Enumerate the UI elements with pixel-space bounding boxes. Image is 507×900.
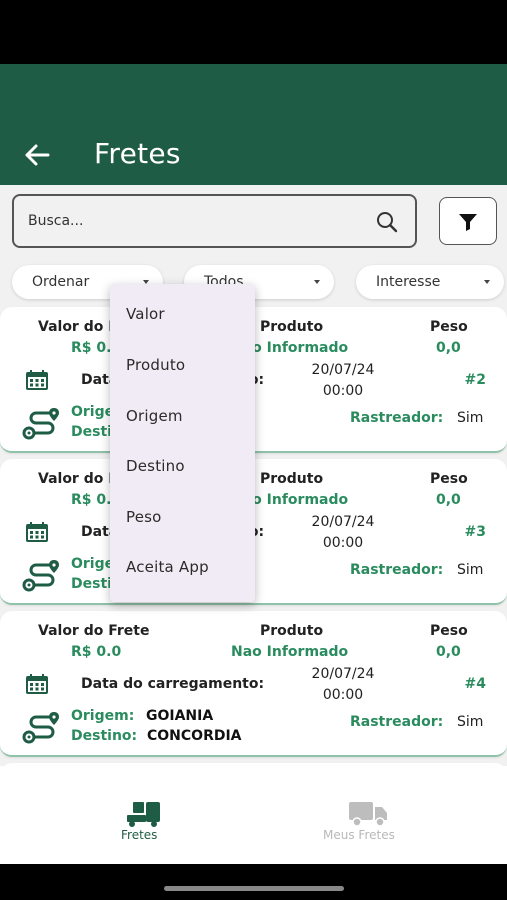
order-option-aceita-app[interactable]: Aceita App (126, 558, 209, 576)
tracker-label: Rastreador: (350, 714, 444, 730)
tracker-label: Rastreador: (350, 410, 444, 426)
tracker-value: Sim (457, 410, 484, 426)
origin-label: Origem: (71, 708, 135, 724)
origin-value: GOIANIA (146, 708, 214, 724)
nav-meus-fretes-label[interactable]: Meus Fretes (323, 828, 395, 842)
weight-value: 0,0 (436, 340, 461, 356)
tracker-value: Sim (457, 562, 484, 578)
calendar-icon (26, 674, 48, 694)
loading-datetime: 20/07/24 00:00 (305, 664, 381, 706)
destination-label: Destino: (71, 728, 138, 744)
calendar-icon (26, 370, 48, 390)
route-icon (22, 560, 59, 592)
system-navigation-area (0, 864, 507, 900)
order-dropdown-menu: Valor Produto Origem Destino Peso Aceita… (110, 284, 255, 602)
order-option-origem[interactable]: Origem (126, 407, 183, 425)
calendar-icon (26, 522, 48, 542)
chevron-down-icon (314, 280, 320, 284)
weight-value: 0,0 (436, 492, 461, 508)
freight-card[interactable]: Valor do Frete Produto Peso R$ 0.0 Nao I… (0, 611, 507, 757)
loading-date: 20/07/24 (311, 666, 375, 682)
search-placeholder: Busca... (28, 213, 84, 229)
tracker-value: Sim (457, 714, 484, 730)
loading-time: 00:00 (322, 535, 364, 551)
chevron-down-icon (484, 280, 490, 284)
weight-value: 0,0 (436, 644, 461, 660)
interest-select-label: Interesse (376, 274, 441, 290)
order-option-peso[interactable]: Peso (126, 508, 162, 526)
weight-header: Peso (430, 471, 468, 487)
filter-button[interactable] (439, 197, 497, 245)
loading-date: 20/07/24 (311, 362, 375, 378)
product-value: Nao Informado (231, 644, 349, 660)
weight-header: Peso (430, 623, 468, 639)
value-header: Valor do Frete (38, 623, 150, 639)
truck-cargo-icon[interactable] (123, 800, 165, 828)
order-option-destino[interactable]: Destino (126, 457, 185, 475)
destination-value: CONCORDIA (147, 728, 242, 744)
bottom-navigation: Fretes Meus Fretes (0, 766, 507, 864)
search-icon[interactable] (375, 210, 399, 234)
order-select-label: Ordenar (32, 274, 90, 290)
route-icon (22, 712, 59, 744)
tracker-label: Rastreador: (350, 562, 444, 578)
product-header: Produto (260, 623, 324, 639)
freight-number: #2 (464, 372, 486, 388)
nav-fretes-label[interactable]: Fretes (121, 828, 157, 842)
order-option-valor[interactable]: Valor (126, 305, 165, 323)
freight-value: R$ 0.0 (71, 644, 122, 660)
freight-number: #4 (464, 676, 486, 692)
search-input[interactable]: Busca... (12, 194, 417, 248)
truck-icon[interactable] (347, 800, 389, 828)
loading-date: 20/07/24 (311, 514, 375, 530)
page-title: Fretes (94, 137, 181, 170)
status-bar (0, 0, 507, 64)
weight-header: Peso (430, 319, 468, 335)
loading-date-label: Data do carregamento: (81, 676, 265, 692)
loading-datetime: 20/07/24 00:00 (305, 512, 381, 554)
app-bar (0, 64, 507, 185)
route-icon (22, 408, 59, 440)
freight-number: #3 (464, 524, 486, 540)
filter-icon (459, 214, 477, 231)
product-header: Produto (260, 471, 324, 487)
order-option-produto[interactable]: Produto (126, 356, 185, 374)
loading-time: 00:00 (322, 687, 364, 703)
interest-select[interactable]: Interesse (356, 265, 504, 299)
home-indicator[interactable] (164, 886, 344, 891)
loading-datetime: 20/07/24 00:00 (305, 360, 381, 402)
product-header: Produto (260, 319, 324, 335)
loading-time: 00:00 (322, 383, 364, 399)
back-arrow-icon[interactable] (22, 140, 52, 170)
